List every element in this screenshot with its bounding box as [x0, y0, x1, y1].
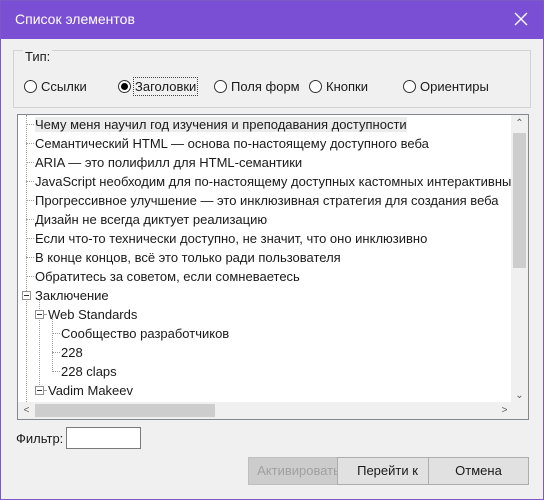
horizontal-scroll-thumb[interactable]	[35, 404, 215, 417]
tree-connector	[52, 371, 60, 372]
tree-connector	[52, 352, 60, 353]
close-icon[interactable]	[509, 7, 533, 31]
tree-item[interactable]: Vadim Makeev	[48, 381, 133, 400]
type-group: Тип: Ссылки Заголовки Поля форм Кнопки О…	[13, 49, 531, 108]
activate-button[interactable]: Активировать	[248, 457, 349, 485]
radio-buttons[interactable]: Кнопки	[309, 77, 368, 95]
tree-connector	[26, 276, 34, 277]
tree-connector	[52, 333, 60, 334]
tree-item[interactable]: 228 claps	[61, 362, 117, 381]
radio-landmarks[interactable]: Ориентиры	[403, 77, 489, 95]
radio-form-fields-label: Поля форм	[231, 78, 300, 94]
radio-circle[interactable]	[214, 79, 227, 93]
collapse-icon[interactable]	[35, 310, 44, 319]
radio-links-label: Ссылки	[41, 78, 87, 94]
tree-connector	[26, 115, 27, 295]
tree-connector	[26, 301, 27, 404]
tree-connector	[26, 162, 34, 163]
scrollbar-corner	[511, 402, 528, 419]
radio-headings[interactable]: Заголовки	[118, 76, 199, 96]
go-to-button[interactable]: Перейти к	[337, 457, 438, 485]
tree-viewport: Чему меня научил год изучения и преподав…	[18, 115, 513, 404]
radio-landmarks-label: Ориентиры	[420, 78, 489, 94]
tree-connector	[26, 200, 34, 201]
scroll-up-icon[interactable]: ⌃	[511, 115, 528, 132]
filter-input[interactable]	[66, 427, 141, 449]
collapse-icon[interactable]	[22, 291, 31, 300]
vertical-scroll-thumb[interactable]	[513, 133, 526, 268]
tree-item[interactable]: Если что-то технически доступно, не знач…	[35, 229, 427, 248]
tree-connector	[26, 181, 34, 182]
tree-item[interactable]: Обратитесь за советом, если сомневаетесь	[35, 267, 300, 286]
tree-connector	[52, 319, 53, 372]
tree-connector	[26, 143, 34, 144]
tree-connector	[26, 238, 34, 239]
tree-item[interactable]: JavaScript необходим для по-настоящему д…	[35, 172, 513, 191]
tree-item[interactable]: Чему меня научил год изучения и преподав…	[35, 115, 407, 134]
cancel-button[interactable]: Отмена	[428, 457, 529, 485]
radio-circle[interactable]	[118, 79, 131, 93]
radio-circle[interactable]	[403, 79, 416, 93]
filter-label: Фильтр:	[16, 431, 64, 446]
radio-buttons-label: Кнопки	[326, 78, 368, 94]
tree-connector	[26, 219, 34, 220]
tree-connector	[26, 124, 34, 125]
elements-tree[interactable]: Чему меня научил год изучения и преподав…	[17, 114, 529, 420]
radio-circle[interactable]	[309, 79, 322, 93]
radio-links[interactable]: Ссылки	[24, 77, 87, 95]
elements-list-dialog: Список элементов Тип: Ссылки Заголовки П…	[0, 0, 544, 500]
radio-circle[interactable]	[24, 79, 37, 93]
radio-form-fields[interactable]: Поля форм	[214, 77, 300, 95]
vertical-scrollbar[interactable]: ⌃ ⌄	[511, 115, 528, 404]
tree-item[interactable]: Web Standards	[48, 305, 137, 324]
tree-item[interactable]: Дизайн не всегда диктует реализацию	[35, 210, 267, 229]
tree-item[interactable]: ARIA — это полифилл для HTML-семантики	[35, 153, 302, 172]
tree-item[interactable]: Прогрессивное улучшение — это инклюзивна…	[35, 191, 499, 210]
horizontal-scrollbar[interactable]: < >	[18, 402, 513, 419]
tree-connector	[44, 390, 46, 391]
collapse-icon[interactable]	[35, 386, 44, 395]
tree-item[interactable]: Заключение	[35, 286, 109, 305]
tree-connector	[44, 314, 46, 315]
type-group-label: Тип:	[23, 49, 53, 64]
radio-headings-label: Заголовки	[132, 76, 199, 96]
tree-connector	[26, 257, 34, 258]
window-title: Список элементов	[15, 11, 135, 27]
tree-item[interactable]: В конце концов, всё это только ради поль…	[35, 248, 341, 267]
scroll-left-icon[interactable]: <	[18, 402, 35, 419]
title-bar: Список элементов	[1, 1, 543, 39]
tree-item[interactable]: Семантический HTML — основа по-настоящем…	[35, 134, 429, 153]
tree-item[interactable]: Сообщество разработчиков	[61, 324, 229, 343]
tree-item[interactable]: 228	[61, 343, 83, 362]
